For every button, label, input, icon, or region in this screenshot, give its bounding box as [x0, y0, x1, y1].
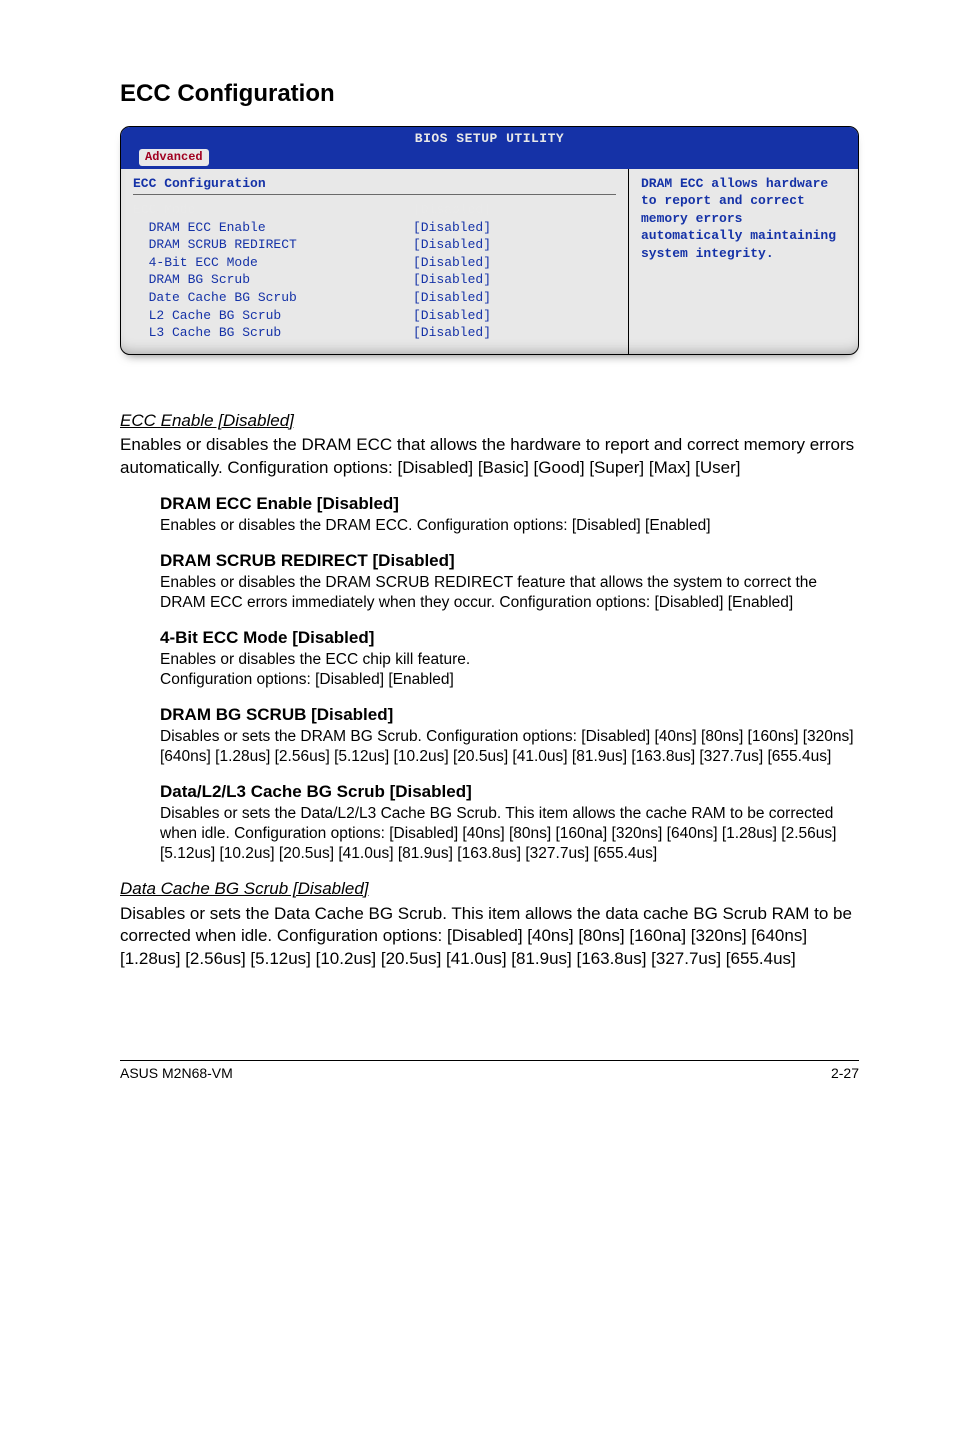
bios-panel: BIOS SETUP UTILITY Advanced ECC Configur… [120, 126, 859, 355]
dram-ecc-enable-body: Enables or disables the DRAM ECC. Config… [160, 516, 859, 536]
four-bit-ecc-body2: Configuration options: [Disabled] [Enabl… [160, 670, 859, 690]
dram-scrub-redirect-body: Enables or disables the DRAM SCRUB REDIR… [160, 573, 859, 613]
ecc-enable-body: Enables or disables the DRAM ECC that al… [120, 434, 859, 479]
dram-scrub-redirect-head: DRAM SCRUB REDIRECT [Disabled] [160, 550, 859, 573]
bios-help-text: DRAM ECC allows hardware to report and c… [641, 175, 846, 263]
dram-bg-scrub-head: DRAM BG SCRUB [Disabled] [160, 704, 859, 727]
dram-ecc-enable-head: DRAM ECC Enable [Disabled] [160, 493, 859, 516]
data-l2-l3-head: Data/L2/L3 Cache BG Scrub [Disabled] [160, 781, 859, 804]
four-bit-ecc-head: 4-Bit ECC Mode [Disabled] [160, 627, 859, 650]
bios-help-pane: DRAM ECC allows hardware to report and c… [629, 169, 858, 354]
bios-row[interactable]: DRAM ECC Enable [Disabled] [133, 219, 616, 237]
bios-row[interactable]: 4-Bit ECC Mode [Disabled] [133, 254, 616, 272]
bios-tab-advanced[interactable]: Advanced [139, 149, 209, 166]
section-title: ECC Configuration [120, 80, 859, 108]
data-cache-body: Disables or sets the Data Cache BG Scrub… [120, 903, 859, 971]
bios-left-pane: ECC Configuration ECC Mode [Disabled] DR… [121, 169, 629, 354]
four-bit-ecc-body1: Enables or disables the ECC chip kill fe… [160, 650, 859, 670]
content-body: ECC Enable [Disabled] Enables or disable… [120, 410, 859, 971]
footer-right: 2-27 [831, 1065, 859, 1081]
bios-tabs: Advanced [121, 148, 858, 169]
bios-row[interactable]: L2 Cache BG Scrub [Disabled] [133, 307, 616, 325]
bios-row-selected[interactable]: ECC Mode [Disabled] [133, 201, 616, 219]
page-footer: ASUS M2N68-VM 2-27 [120, 1060, 859, 1081]
dram-bg-scrub-body: Disables or sets the DRAM BG Scrub. Conf… [160, 727, 859, 767]
bios-row[interactable]: DRAM BG Scrub [Disabled] [133, 271, 616, 289]
bios-row[interactable]: L3 Cache BG Scrub [Disabled] [133, 324, 616, 342]
bios-config-title: ECC Configuration [133, 175, 616, 193]
bios-header: BIOS SETUP UTILITY [121, 127, 858, 148]
bios-row[interactable]: Date Cache BG Scrub [Disabled] [133, 289, 616, 307]
footer-left: ASUS M2N68-VM [120, 1065, 233, 1081]
data-cache-head: Data Cache BG Scrub [Disabled] [120, 878, 859, 901]
data-l2-l3-body: Disables or sets the Data/L2/L3 Cache BG… [160, 804, 859, 864]
ecc-enable-head: ECC Enable [Disabled] [120, 410, 859, 433]
bios-row[interactable]: DRAM SCRUB REDIRECT [Disabled] [133, 236, 616, 254]
